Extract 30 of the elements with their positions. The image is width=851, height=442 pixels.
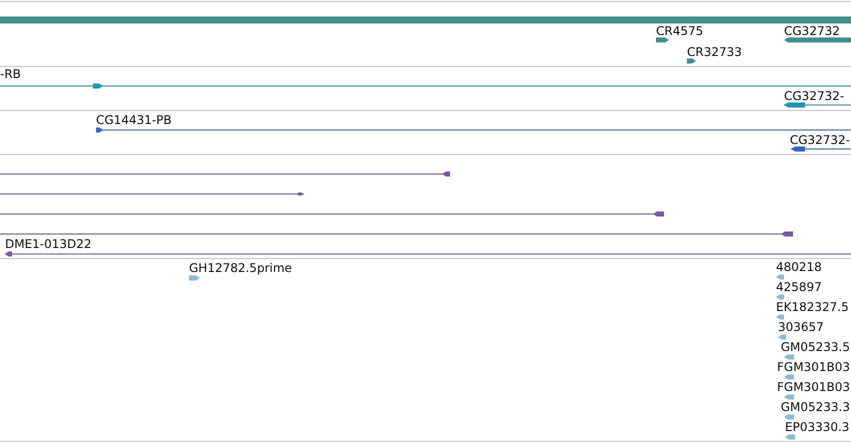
feature-label: -RB: [0, 67, 21, 82]
feature-label: EP03330.3: [785, 420, 850, 435]
feature-label: CG32732: [784, 24, 840, 39]
gene-feature-glyph[interactable]: [656, 38, 669, 42]
gene-feature-glyph[interactable]: [0, 84, 851, 88]
feature-label: CR4575: [656, 24, 704, 39]
feature-label: GM05233.3: [780, 400, 850, 415]
gene-feature-glyph[interactable]: [784, 38, 851, 42]
gene-feature-glyph[interactable]: [5, 252, 851, 256]
feature-label: 303657: [778, 320, 824, 335]
feature-label: 480218: [776, 260, 822, 275]
feature-label: CG32732-: [784, 89, 844, 104]
feature-label: CR32733: [687, 45, 742, 60]
gene-feature-glyph[interactable]: [0, 192, 304, 196]
gene-feature-glyph[interactable]: [0, 232, 793, 236]
feature-label: GH12782.5prime: [189, 261, 292, 276]
gene-feature-glyph[interactable]: [0, 172, 450, 176]
gene-feature-glyph[interactable]: [0, 212, 664, 216]
feature-label: EK182327.5: [776, 300, 849, 315]
gene-feature-glyph[interactable]: [687, 58, 696, 64]
feature-label: FGM301B03: [777, 360, 850, 375]
feature-label: 425897: [776, 280, 822, 295]
feature-label: CG14431-PB: [96, 113, 172, 128]
feature-label: DME1-013D22: [5, 237, 92, 252]
feature-label: CG32732-: [790, 133, 850, 148]
gene-feature-glyph[interactable]: [96, 128, 851, 132]
gene-feature-glyph[interactable]: [784, 102, 851, 108]
gene-feature-glyph[interactable]: [791, 146, 851, 152]
feature-label: GM05233.5: [780, 340, 850, 355]
feature-label: FGM301B03: [777, 380, 850, 395]
